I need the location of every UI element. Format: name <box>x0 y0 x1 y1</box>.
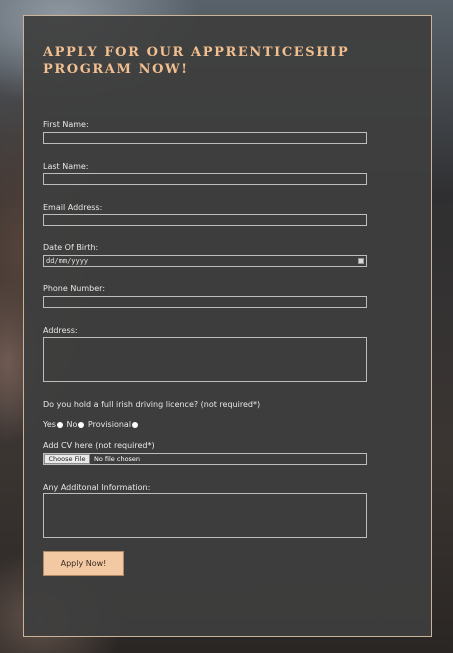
phone-input[interactable] <box>43 296 367 308</box>
email-label: Email Address: <box>43 203 103 212</box>
email-input[interactable] <box>43 214 367 226</box>
phone-label: Phone Number: <box>43 284 106 293</box>
apply-now-button[interactable]: Apply Now! <box>43 551 124 576</box>
file-status: No file chosen <box>94 455 141 463</box>
last-name-label: Last Name: <box>43 162 89 171</box>
first-name-label: First Name: <box>43 120 89 129</box>
dob-label: Date Of Birth: <box>43 243 99 252</box>
first-name-input[interactable] <box>43 132 367 144</box>
last-name-input[interactable] <box>43 173 367 185</box>
licence-options: Yes No Provisional <box>43 419 139 431</box>
info-textarea[interactable] <box>43 493 367 538</box>
form-title: APPLY FOR OUR APPRENTICESHIP PROGRAM NOW… <box>43 45 350 77</box>
licence-option-no-label: No <box>66 420 78 429</box>
cv-file-input[interactable]: Choose File No file chosen <box>43 453 367 465</box>
licence-question: Do you hold a full irish driving licence… <box>43 400 261 409</box>
address-label: Address: <box>43 326 78 335</box>
cv-label: Add CV here (not required*) <box>43 441 155 450</box>
dob-input[interactable]: dd/mm/yyyy <box>43 255 367 267</box>
licence-radio-yes[interactable] <box>56 422 63 428</box>
address-textarea[interactable] <box>43 337 367 382</box>
calendar-icon[interactable] <box>358 258 364 264</box>
choose-file-button[interactable]: Choose File <box>44 454 90 464</box>
application-form-panel <box>23 15 432 637</box>
dob-placeholder: dd/mm/yyyy <box>46 257 89 265</box>
licence-option-provisional-label: Provisional <box>87 420 132 429</box>
licence-radio-provisional[interactable] <box>132 422 139 428</box>
info-label: Any Additonal Information: <box>43 483 151 492</box>
licence-radio-no[interactable] <box>78 422 85 428</box>
licence-option-yes-label: Yes <box>43 420 56 429</box>
